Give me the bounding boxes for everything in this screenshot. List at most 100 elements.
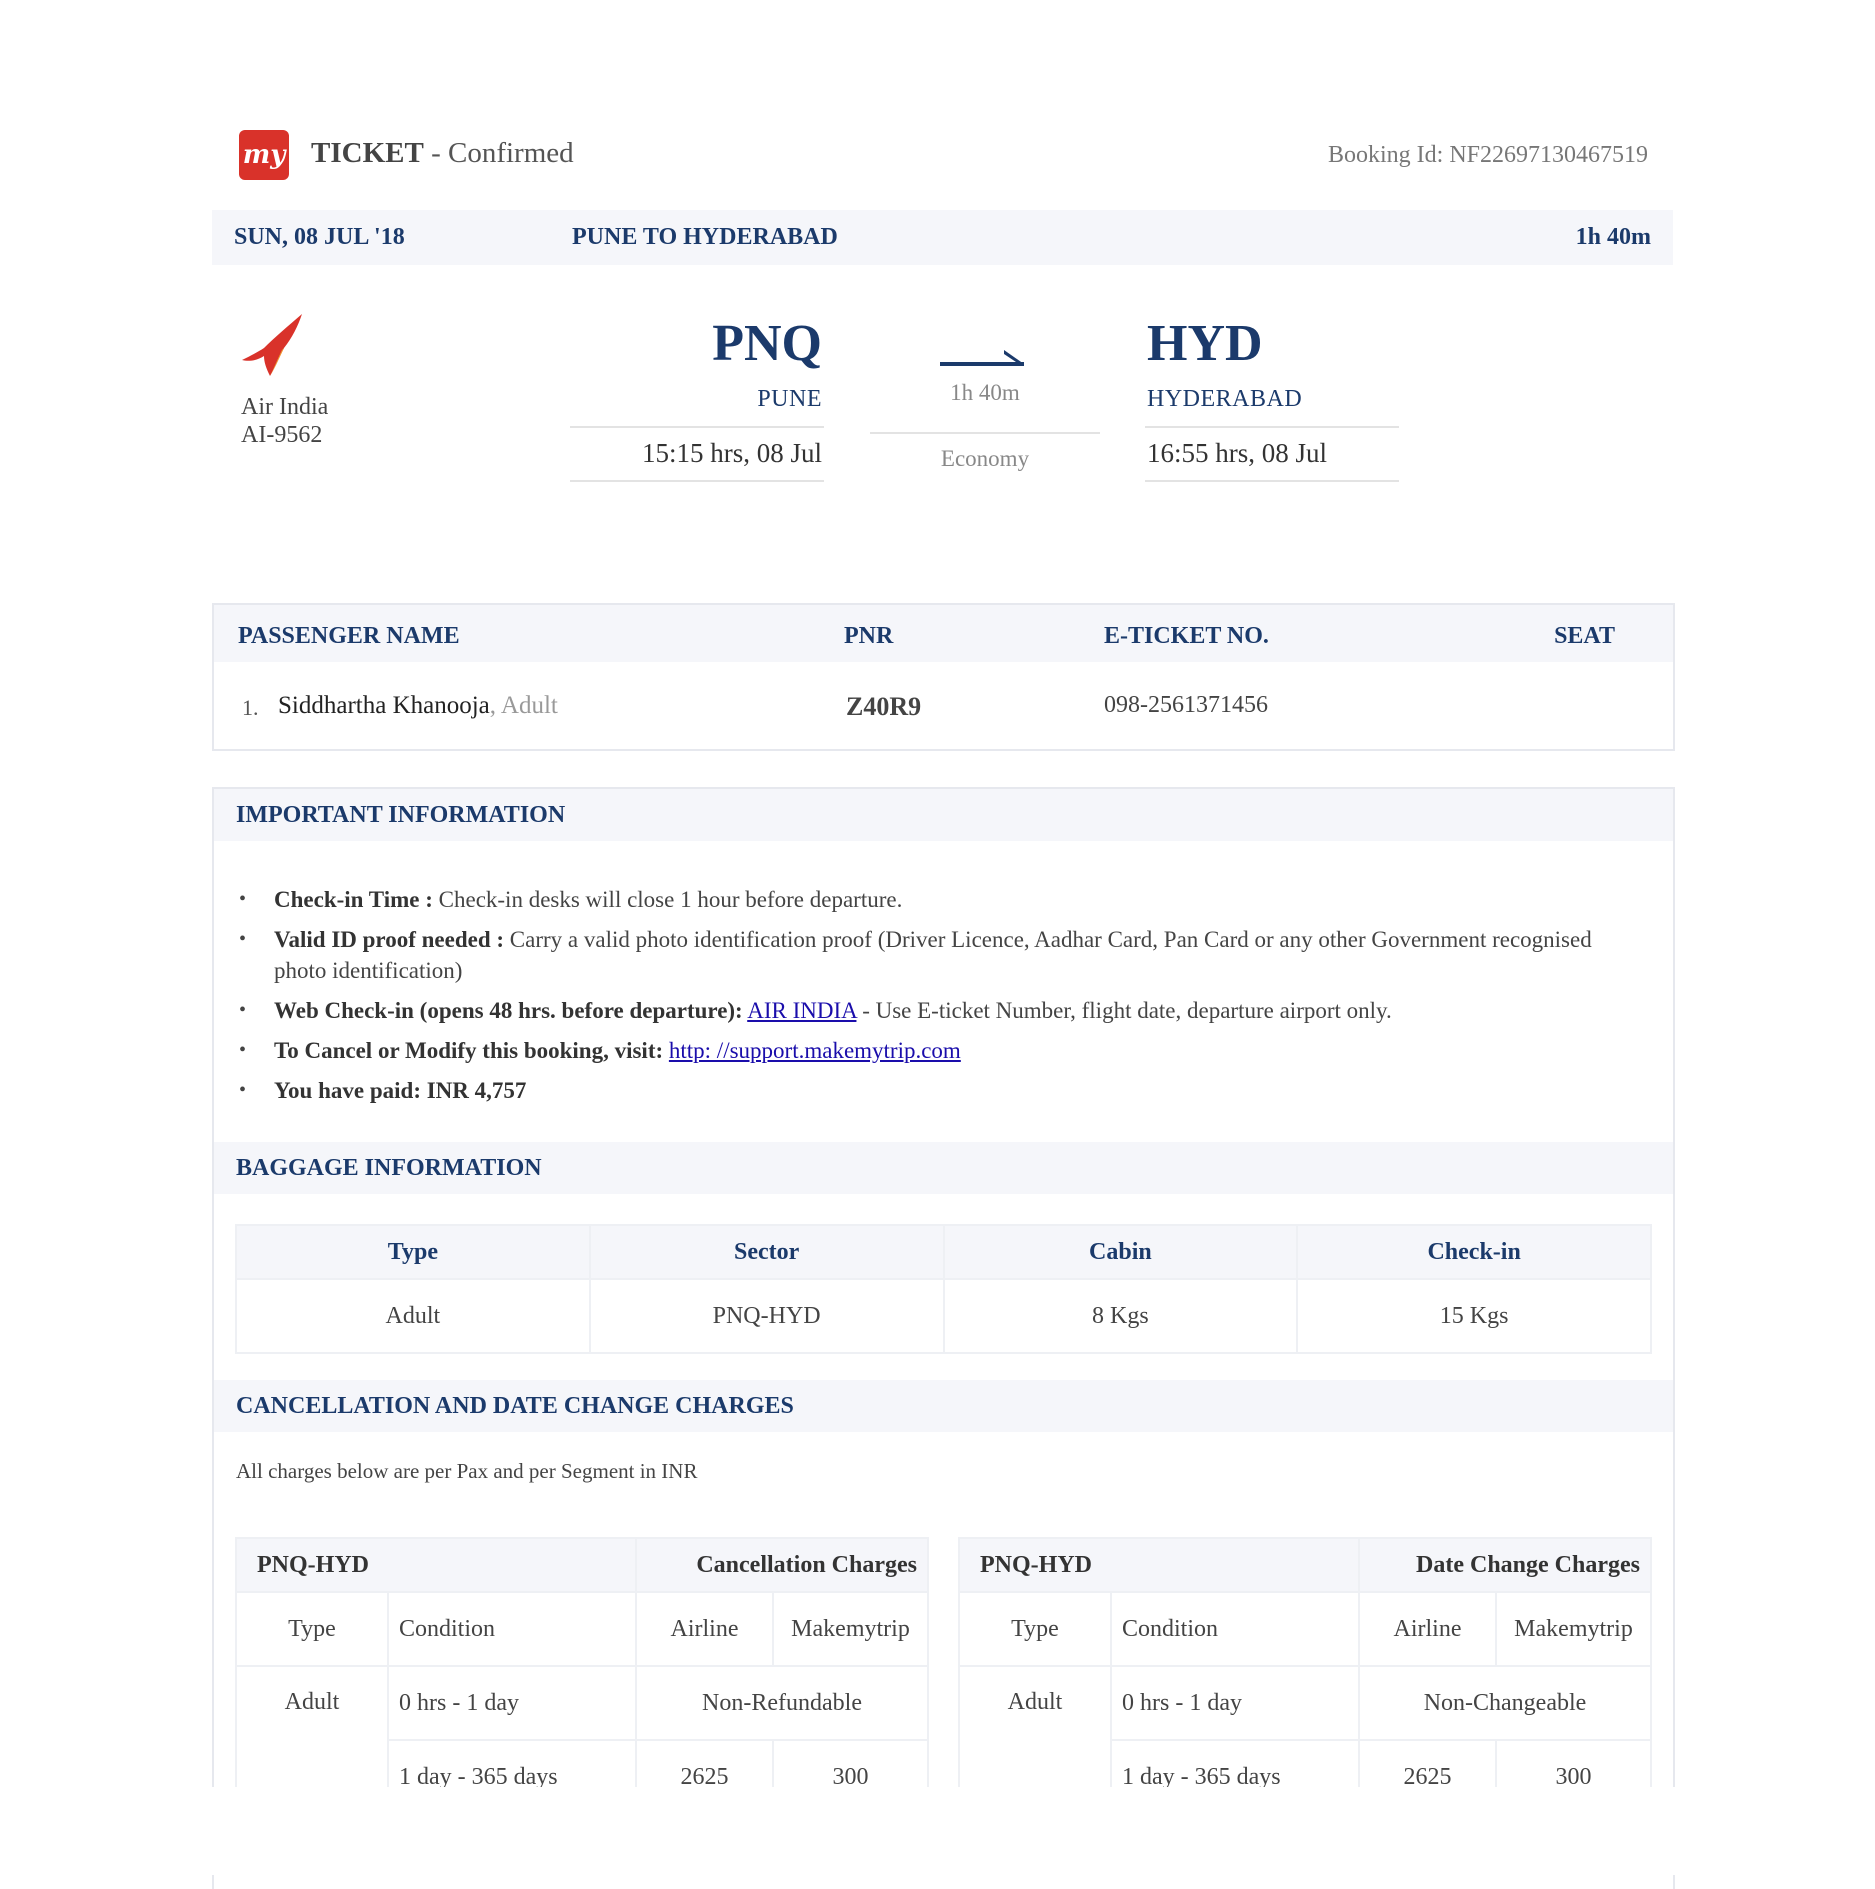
charges-band: CANCELLATION AND DATE CHANGE CHARGES [214, 1380, 1673, 1432]
baggage-table: Type Sector Cabin Check-in Adult PNQ-HYD… [235, 1224, 1652, 1354]
baggage-col-checkin: Check-in [1296, 1224, 1652, 1280]
airline-info: Air India AI-9562 [241, 393, 328, 449]
bullet-icon: • [239, 999, 247, 1021]
col-condition: Condition [1110, 1591, 1360, 1667]
date-change-sector: PNQ-HYD [958, 1537, 1360, 1593]
table-row: Adult 0 hrs - 1 day Non-Changeable [958, 1665, 1652, 1815]
col-makemytrip: Makemytrip [1495, 1591, 1652, 1667]
bullet-icon: • [239, 888, 247, 910]
origin-time: 15:15 hrs, 08 Jul [641, 438, 822, 468]
journey-date: SUN, 08 JUL '18 [234, 224, 405, 250]
charge-value: Non-Refundable [635, 1665, 929, 1741]
destination-divider [1145, 426, 1399, 428]
condition: 0 hrs - 1 day [1110, 1665, 1360, 1741]
important-info-list: • Check-in Time : Check-in desks will clo… [234, 884, 1634, 1115]
header-passenger-name: PASSENGER NAME [238, 623, 460, 649]
date-change-table: PNQ-HYD Date Change Charges Type Conditi… [958, 1537, 1652, 1815]
passenger-name: Siddhartha Khanooja [278, 692, 490, 719]
col-makemytrip: Makemytrip [772, 1591, 929, 1667]
bullet-icon: • [239, 1079, 247, 1101]
baggage-col-cabin: Cabin [942, 1224, 1299, 1280]
baggage-col-type: Type [235, 1224, 591, 1280]
table-row: Adult 0 hrs - 1 day Non-Refundable [235, 1665, 929, 1815]
cabin-class: Economy [940, 446, 1030, 471]
logo-text: my [242, 140, 286, 170]
destination-city: HYDERABAD [1147, 386, 1303, 412]
info-label: You have paid: INR 4,757 [274, 1078, 527, 1103]
baggage-type: Adult [235, 1278, 591, 1354]
passenger-table-header: PASSENGER NAME PNR E-TICKET NO. SEAT [214, 605, 1673, 662]
info-text: - Use E-ticket Number, flight date, depa… [856, 998, 1392, 1023]
col-type: Type [235, 1591, 389, 1667]
date-change-header-row: PNQ-HYD Date Change Charges [958, 1537, 1652, 1593]
info-label: To Cancel or Modify this booking, visit: [274, 1038, 664, 1063]
pnr-value: Z40R9 [846, 692, 922, 721]
header-pnr: PNR [844, 623, 894, 649]
makemytrip-logo: my [239, 130, 289, 180]
baggage-sector: PNQ-HYD [588, 1278, 945, 1354]
cancellation-table: PNQ-HYD Cancellation Charges Type Condit… [235, 1537, 929, 1815]
origin-divider [570, 426, 824, 428]
destination-time: 16:55 hrs, 08 Jul [1147, 438, 1328, 468]
header-eticket: E-TICKET NO. [1104, 623, 1269, 649]
important-info-title: IMPORTANT INFORMATION [236, 802, 566, 828]
condition: 0 hrs - 1 day [387, 1665, 637, 1741]
cancellation-heading: Cancellation Charges [635, 1537, 929, 1593]
destination-code: HYD [1147, 315, 1263, 372]
info-label: Web Check-in (opens 48 hrs. before depar… [274, 998, 743, 1023]
duration-divider [870, 432, 1100, 434]
ticket-title-bold: TICKET [311, 137, 424, 169]
air-india-link[interactable]: AIR INDIA [747, 998, 856, 1023]
list-item: • Check-in Time : Check-in desks will clo… [234, 884, 1634, 915]
bullet-icon: • [239, 928, 247, 950]
passenger-index: 1. [242, 695, 259, 720]
date-change-heading: Date Change Charges [1358, 1537, 1652, 1593]
list-item: • You have paid: INR 4,757 [234, 1075, 1634, 1106]
cancellation-header-row: PNQ-HYD Cancellation Charges [235, 1537, 929, 1593]
page-bottom-margin [0, 1787, 1875, 1875]
date-change-cols-row: Type Condition Airline Makemytrip [958, 1591, 1652, 1667]
air-india-logo-icon [242, 314, 302, 376]
cancellation-sector: PNQ-HYD [235, 1537, 637, 1593]
col-airline: Airline [1358, 1591, 1497, 1667]
info-text: Check-in desks will close 1 hour before … [432, 887, 903, 912]
col-condition: Condition [387, 1591, 637, 1667]
information-panel: IMPORTANT INFORMATION • Check-in Time : C… [212, 787, 1675, 1889]
cancellation-cols-row: Type Condition Airline Makemytrip [235, 1591, 929, 1667]
baggage-info-band: BAGGAGE INFORMATION [214, 1142, 1673, 1194]
charge-value: Non-Changeable [1358, 1665, 1652, 1741]
list-item: • Web Check-in (opens 48 hrs. before depa… [234, 995, 1634, 1026]
passenger-type: , Adult [489, 692, 558, 719]
table-row: Adult PNQ-HYD 8 Kgs 15 Kgs [235, 1278, 1652, 1354]
charges-note: All charges below are per Pax and per Se… [236, 1459, 698, 1483]
info-label: Check-in Time : [274, 887, 433, 912]
journey-route: PUNE TO HYDERABAD [572, 224, 838, 250]
baggage-header-row: Type Sector Cabin Check-in [235, 1224, 1652, 1280]
airline-name: Air India [241, 394, 329, 420]
list-item: • To Cancel or Modify this booking, visit… [234, 1035, 1634, 1066]
eticket-value: 098-2561371456 [1104, 692, 1268, 718]
col-airline: Airline [635, 1591, 774, 1667]
passenger-table: PASSENGER NAME PNR E-TICKET NO. SEAT 1. … [212, 603, 1675, 751]
journey-duration: 1h 40m [1575, 224, 1651, 250]
origin-divider-bottom [570, 480, 824, 482]
list-item: • Valid ID proof needed : Carry a valid p… [234, 924, 1634, 986]
support-link[interactable]: http: //support.makemytrip.com [669, 1038, 961, 1063]
ticket-status: - Confirmed [423, 137, 574, 169]
col-type: Type [958, 1591, 1112, 1667]
destination-divider-bottom [1145, 480, 1399, 482]
baggage-col-sector: Sector [588, 1224, 945, 1280]
flight-number: AI-9562 [241, 422, 323, 448]
baggage-cabin: 8 Kgs [942, 1278, 1299, 1354]
info-label: Valid ID proof needed : [274, 927, 505, 952]
flight-arrow-icon [940, 350, 1024, 366]
passenger-name-cell: Siddhartha Khanooja, Adult [278, 692, 558, 720]
booking-id: Booking Id: NF22697130467519 [1327, 142, 1648, 168]
header-seat: SEAT [1554, 623, 1615, 649]
flight-duration: 1h 40m [950, 380, 1020, 405]
charges-title: CANCELLATION AND DATE CHANGE CHARGES [236, 1393, 794, 1419]
baggage-info-title: BAGGAGE INFORMATION [236, 1155, 542, 1181]
bullet-icon: • [239, 1039, 247, 1061]
important-info-band: IMPORTANT INFORMATION [214, 789, 1673, 841]
origin-city: PUNE [757, 386, 822, 412]
